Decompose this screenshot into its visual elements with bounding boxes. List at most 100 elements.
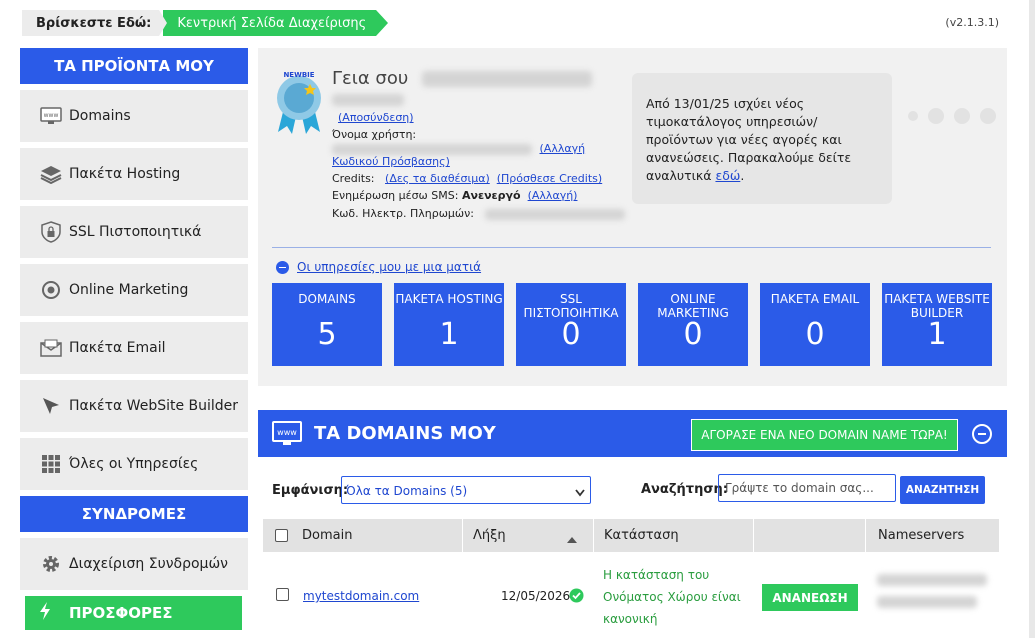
subscriptions-header: ΣΥΝΔΡΟΜΕΣ bbox=[20, 496, 248, 532]
collapse-circle-icon[interactable] bbox=[972, 424, 992, 444]
grid-icon bbox=[40, 453, 62, 475]
logout-text[interactable]: (Αποσύνδεση) bbox=[338, 111, 414, 124]
glance-link[interactable]: Οι υπηρεσίες μου με μια ματιά bbox=[297, 260, 481, 274]
col-expiry-label: Λήξη bbox=[473, 528, 506, 543]
payment-email-label: Κωδ. Ηλεκτρ. Πληρωμών: bbox=[332, 207, 474, 220]
sidebar-item-label: Πακέτα Hosting bbox=[69, 166, 181, 182]
domains-header: www ΤΑ DOMAINS ΜΟΥ ΑΓΟΡΑΣΕ ΕΝΑ ΝΕΟ DOMAI… bbox=[258, 410, 1007, 457]
search-button[interactable]: ΑΝΑΖΗΤΗΣΗ bbox=[900, 476, 985, 504]
lightning-icon bbox=[39, 602, 51, 624]
tile-ssl[interactable]: SSL ΠΙΣΤΟΠΟΙΗΤΙΚΑ 0 bbox=[516, 283, 626, 366]
search-input[interactable]: Γράψτε το domain σας... bbox=[718, 474, 896, 502]
newbie-badge-icon: NEWBIE bbox=[270, 70, 328, 140]
notice-link[interactable]: εδώ bbox=[715, 168, 740, 183]
sidebar-item-label: Όλες οι Υπηρεσίες bbox=[69, 456, 199, 472]
sidebar-item-label: Domains bbox=[69, 108, 131, 124]
target-icon bbox=[40, 279, 62, 301]
see-credits-link[interactable]: (Δες τα διαθέσιμα) bbox=[385, 172, 490, 185]
col-expiry[interactable]: Λήξη bbox=[463, 519, 594, 552]
tile-count: 0 bbox=[805, 317, 825, 352]
col-status-label: Κατάσταση bbox=[604, 528, 679, 543]
my-products-header: ΤΑ ΠΡΟΪΟΝΤΑ ΜΟΥ bbox=[20, 48, 248, 84]
col-domain[interactable]: Domain bbox=[263, 519, 463, 552]
breadcrumb: Βρίσκεστε Εδώ: Κεντρική Σελίδα Διαχείρισ… bbox=[22, 10, 389, 36]
sort-up-icon bbox=[567, 532, 577, 547]
domains-title: ΤΑ DOMAINS ΜΟΥ bbox=[314, 423, 496, 444]
notice-end: . bbox=[740, 168, 745, 183]
username-row: (Αλλαγή bbox=[332, 142, 585, 155]
tile-title: ΠΑΚΕΤΑ WEBSITE BUILDER bbox=[884, 292, 990, 320]
cursor-icon bbox=[40, 395, 62, 417]
col-domain-label: Domain bbox=[302, 528, 353, 543]
domain-link[interactable]: mytestdomain.com bbox=[303, 589, 419, 603]
sidebar-item-subscriptions[interactable]: Διαχείριση Συνδρομών bbox=[20, 538, 248, 590]
show-select[interactable]: Όλα τα Domains (5) bbox=[341, 476, 591, 504]
table-row: mytestdomain.com 12/05/2026 Η κατάσταση … bbox=[263, 552, 999, 638]
chevron-down-icon bbox=[575, 486, 585, 500]
envelope-icon bbox=[40, 337, 62, 359]
credits-row: Credits: (Δες τα διαθέσιμα) (Πρόσθεσε Cr… bbox=[332, 172, 602, 185]
sidebar-item-all-services[interactable]: Όλες οι Υπηρεσίες bbox=[20, 438, 248, 490]
sidebar-item-online-marketing[interactable]: Online Marketing bbox=[20, 264, 248, 316]
add-credits-link[interactable]: (Πρόσθεσε Credits) bbox=[497, 172, 602, 185]
redacted-username bbox=[422, 71, 593, 87]
notice-text: Από 13/01/25 ισχύει νέος τιμοκατάλογος υ… bbox=[646, 96, 852, 183]
tile-domains[interactable]: DOMAINS 5 bbox=[272, 283, 382, 366]
tile-hosting[interactable]: ΠΑΚΕΤΑ HOSTING 1 bbox=[394, 283, 504, 366]
account-panel: NEWBIE Γεια σου (Αποσύνδεση) Όνομα χρήστ… bbox=[258, 48, 1007, 386]
tile-count: 0 bbox=[561, 317, 581, 352]
sidebar-item-domains[interactable]: www Domains bbox=[20, 90, 248, 142]
gear-icon bbox=[40, 553, 62, 575]
domains-table-header: Domain Λήξη Κατάσταση Nameservers bbox=[263, 519, 999, 552]
tile-website-builder[interactable]: ΠΑΚΕΤΑ WEBSITE BUILDER 1 bbox=[882, 283, 992, 366]
breadcrumb-label: Βρίσκεστε Εδώ: bbox=[22, 10, 160, 36]
col-action bbox=[754, 519, 866, 552]
monitor-www-icon: www bbox=[40, 105, 62, 127]
notice-bubble: Από 13/01/25 ισχύει νέος τιμοκατάλογος υ… bbox=[632, 73, 892, 204]
sms-status: Ανενεργό bbox=[461, 189, 521, 202]
domains-filter-bar: Εμφάνιση: Όλα τα Domains (5) Αναζήτηση: … bbox=[258, 474, 1007, 508]
col-nameservers: Nameservers bbox=[866, 519, 999, 552]
sidebar-item-ssl[interactable]: SSL Πιστοποιητικά bbox=[20, 206, 248, 258]
tile-title: ONLINE MARKETING bbox=[657, 292, 729, 320]
sms-change-link[interactable]: (Αλλαγή) bbox=[528, 189, 578, 202]
select-all-checkbox[interactable] bbox=[275, 529, 288, 542]
sidebar-item-label: SSL Πιστοποιητικά bbox=[69, 224, 202, 240]
offers-button[interactable]: ΠΡΟΣΦΟΡΕΣ bbox=[25, 596, 242, 630]
change-password-link-2[interactable]: Κωδικού Πρόσβασης) bbox=[332, 155, 450, 168]
buy-domain-button[interactable]: ΑΓΟΡΑΣΕ ΕΝΑ ΝΕΟ DOMAIN NAME ΤΩΡΑ! bbox=[691, 419, 958, 451]
glance-toggle[interactable]: Οι υπηρεσίες μου με μια ματιά bbox=[276, 260, 481, 274]
sidebar-item-email[interactable]: Πακέτα Email bbox=[20, 322, 248, 374]
greeting-text: Γεια σου bbox=[332, 68, 409, 89]
shield-lock-icon bbox=[40, 221, 62, 243]
tile-online-marketing[interactable]: ONLINE MARKETING 0 bbox=[638, 283, 748, 366]
redacted-name bbox=[332, 94, 404, 109]
tile-title: SSL ΠΙΣΤΟΠΟΙΗΤΙΚΑ bbox=[523, 292, 619, 320]
breadcrumb-current[interactable]: Κεντρική Σελίδα Διαχείρισης bbox=[159, 10, 389, 36]
change-password-link[interactable]: (Αλλαγή bbox=[540, 142, 586, 155]
check-circle-icon bbox=[569, 588, 584, 606]
username-label: Όνομα χρήστη: bbox=[332, 128, 417, 141]
tile-title: DOMAINS bbox=[298, 292, 356, 306]
row-checkbox[interactable] bbox=[276, 588, 289, 601]
page-scrollbar[interactable] bbox=[1029, 0, 1035, 638]
collapse-icon bbox=[276, 260, 289, 274]
tile-email[interactable]: ΠΑΚΕΤΑ EMAIL 0 bbox=[760, 283, 870, 366]
sidebar-item-label: Πακέτα Email bbox=[69, 340, 166, 356]
tile-count: 0 bbox=[683, 317, 703, 352]
badge-text: NEWBIE bbox=[283, 71, 314, 79]
change-password-text[interactable]: Κωδικού Πρόσβασης) bbox=[332, 155, 450, 168]
greeting: Γεια σου bbox=[332, 68, 593, 89]
renew-button[interactable]: ΑΝΑΝΕΩΣΗ bbox=[762, 584, 858, 611]
show-label: Εμφάνιση: bbox=[272, 483, 349, 498]
logout-link[interactable]: (Αποσύνδεση) bbox=[338, 111, 414, 124]
status-text: Η κατάσταση του Ονόματος Χώρου είναι καν… bbox=[603, 568, 741, 626]
sidebar-item-hosting[interactable]: Πακέτα Hosting bbox=[20, 148, 248, 200]
typing-dots bbox=[908, 108, 1006, 124]
tile-title: ΠΑΚΕΤΑ EMAIL bbox=[770, 292, 860, 306]
payment-email-row: Κωδ. Ηλεκτρ. Πληρωμών: bbox=[332, 207, 626, 220]
svg-text:www: www bbox=[277, 428, 297, 437]
offers-label: ΠΡΟΣΦΟΡΕΣ bbox=[69, 604, 173, 622]
sidebar-item-website-builder[interactable]: Πακέτα WebSite Builder bbox=[20, 380, 248, 432]
expiry-date: 12/05/2026 bbox=[501, 589, 571, 603]
